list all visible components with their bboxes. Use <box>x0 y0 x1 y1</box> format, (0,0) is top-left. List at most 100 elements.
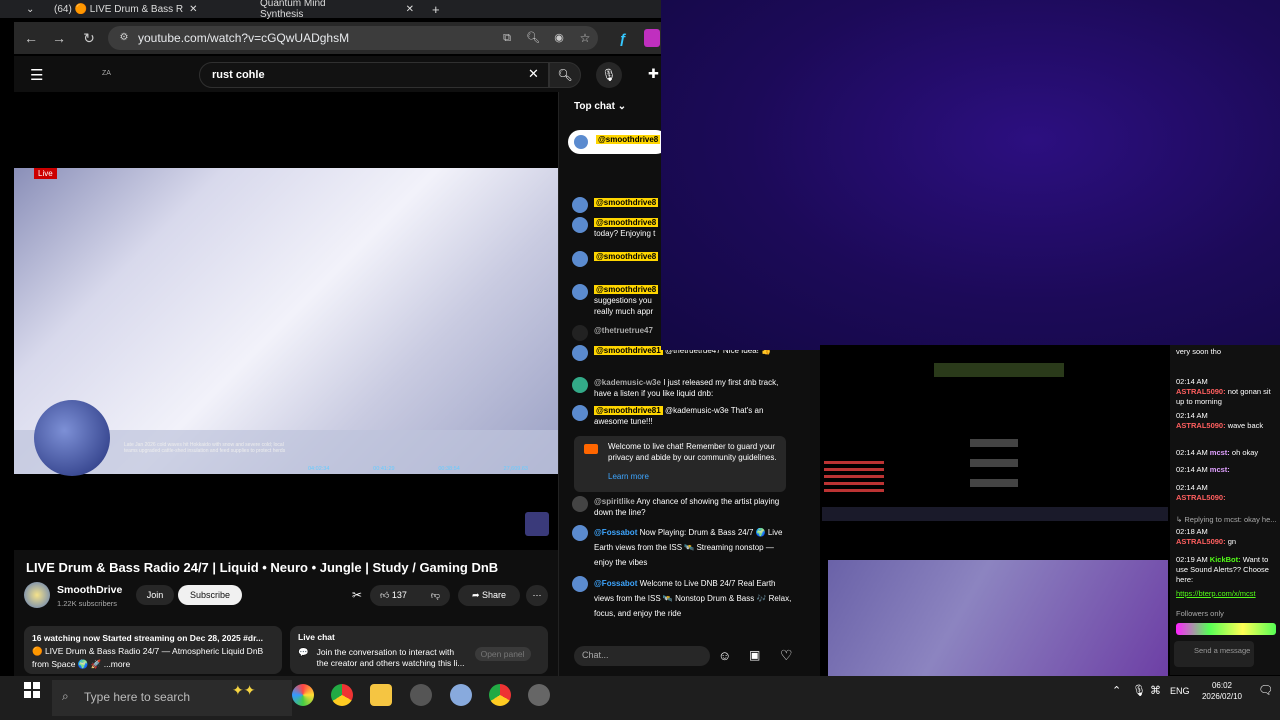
obs-icon[interactable] <box>410 684 432 706</box>
forward-icon[interactable]: → <box>50 29 68 47</box>
stat-1: 04:02:34 <box>308 466 330 472</box>
close-icon[interactable]: ✕ <box>406 4 414 15</box>
chat-username[interactable]: @smoothdrive81 <box>594 406 663 415</box>
top-chat-label: Top chat <box>574 101 615 112</box>
bookmark-star-icon[interactable]: ☆ <box>576 29 594 47</box>
network-icon[interactable]: ⌘ <box>1150 684 1161 697</box>
top-chat-dropdown[interactable]: Top chat ⌄ <box>574 101 626 112</box>
heart-icon[interactable]: ♡ <box>780 647 793 664</box>
chrome-icon[interactable] <box>331 684 353 706</box>
welcome-text: Welcome to live chat! Remember to guard … <box>608 442 777 462</box>
chat-message: @Fossabot Now Playing: Drum & Bass 24/7 … <box>572 525 792 570</box>
channel-name[interactable]: SmoothDrive <box>57 584 122 596</box>
file-explorer-icon[interactable] <box>370 684 392 706</box>
chat-username[interactable]: @kademusic-w3e <box>594 378 661 387</box>
super-chat-icon[interactable]: ▣ <box>749 648 760 662</box>
copilot-icon[interactable] <box>292 684 314 706</box>
avatar[interactable] <box>24 582 50 608</box>
tab-dropdown-icon[interactable]: ⌄ <box>26 0 34 18</box>
video-overlay-text: Late Jan 2026 cold waves hit Hokkaido wi… <box>124 442 286 454</box>
chat-username[interactable]: @smoothdrive8 <box>594 285 659 294</box>
new-tab-button[interactable]: + <box>432 0 440 18</box>
zoom-icon[interactable]: 🔍︎ <box>524 29 542 47</box>
site-info-icon[interactable]: ⚙ <box>115 29 133 47</box>
youtube-logo-icon <box>584 444 598 454</box>
menu-icon[interactable]: ☰ <box>30 66 43 84</box>
subscribe-button[interactable]: Subscribe <box>178 585 242 605</box>
stat-4: 27,609.63 <box>503 466 528 472</box>
more-actions-icon[interactable]: ⋯ <box>526 585 548 606</box>
chat-username[interactable]: @smoothdrive8 <box>594 198 659 207</box>
language-indicator[interactable]: ENG <box>1170 686 1190 696</box>
chat-username[interactable]: @Fossabot <box>594 528 637 537</box>
back-icon[interactable]: ← <box>22 29 40 47</box>
live-chat-text: Join the conversation to interact with t… <box>316 647 465 668</box>
tab-active[interactable]: (64) 🟠 LIVE Drum & Bass R ✕ <box>54 0 224 18</box>
open-panel-button[interactable]: Open panel <box>474 647 531 661</box>
live-chat-card: Live chat 💬 Join the conversation to int… <box>290 626 548 674</box>
tab-quantum[interactable]: Quantum Mind Synthesis ✕ <box>244 0 414 20</box>
learn-more-link[interactable]: Learn more <box>608 471 778 482</box>
country-code: ZA <box>102 70 111 77</box>
pinned-message[interactable]: @smoothdrive8 <box>568 130 668 154</box>
thumbs-up-icon: 👍︎ <box>380 590 390 600</box>
thumbs-down-icon[interactable]: 👎︎ <box>431 590 440 601</box>
search-input[interactable]: rust cohle <box>199 62 549 88</box>
chat-message: @spiritlike Any chance of showing the ar… <box>572 496 792 518</box>
windows-start-icon[interactable] <box>24 682 40 698</box>
kick-reply: ↳ Replying to mcst: okay he... <box>1176 515 1277 524</box>
room-camera <box>828 560 1168 676</box>
kick-send-input[interactable]: Send a message <box>1174 641 1254 667</box>
clock-time: 06:02 <box>1211 681 1233 690</box>
emoji-icon[interactable]: ☺ <box>718 648 731 663</box>
like-button[interactable]: 👍︎ 137 <box>380 590 407 601</box>
avatar <box>572 345 588 361</box>
chat-message: @smoothdrive81 @kademusic-w3e That's an … <box>572 405 792 427</box>
profile-extension-icon[interactable] <box>644 29 660 47</box>
close-icon[interactable]: ✕ <box>189 4 197 15</box>
chat-text: today? Enjoying t <box>594 229 656 238</box>
mic-icon[interactable]: 🎙 <box>596 62 622 88</box>
kick-msg: 02:14 AM ASTRAL5090: not gonan sit up to … <box>1176 377 1271 406</box>
tab-quantum-label: Quantum Mind Synthesis <box>260 0 326 20</box>
description-box[interactable]: 16 watching now Started streaming on Dec… <box>24 626 282 674</box>
taskbar-search[interactable]: ⌕ Type here to search <box>52 680 292 716</box>
extension-icon[interactable]: ƒ <box>614 29 632 47</box>
chat-message: @Fossabot Welcome to Live DNB 24/7 Real … <box>572 576 792 621</box>
game-capture <box>820 345 1170 557</box>
chat-username[interactable]: @Fossabot <box>594 579 637 588</box>
eye-off-icon[interactable]: ◉ <box>550 29 568 47</box>
clock[interactable]: 06:02 2026/02/10 <box>1196 680 1248 702</box>
clear-search-icon[interactable]: ✕ <box>528 66 539 82</box>
chat-username[interactable]: @smoothdrive81 <box>594 346 663 355</box>
tray-chevron-icon[interactable]: ⌃ <box>1112 684 1121 697</box>
sparkle-icon[interactable]: ✦✦ <box>232 682 255 699</box>
kick-link[interactable]: https://bterp.com/x/mcst <box>1176 589 1256 599</box>
search-button[interactable]: 🔍︎ <box>549 62 581 88</box>
avatar <box>572 197 588 213</box>
kick-msg: 02:18 AM ASTRAL5090: gn <box>1176 527 1237 546</box>
chat-username[interactable]: @spiritlike <box>594 497 635 506</box>
chat-input[interactable]: Chat... <box>574 646 710 666</box>
chat-username[interactable]: @smoothdrive8 <box>594 218 659 227</box>
create-icon[interactable]: ✚ <box>648 66 659 82</box>
chat-username[interactable]: @smoothdrive8 <box>594 252 659 261</box>
kick-send-placeholder: Send a message <box>1194 646 1251 655</box>
chat-username[interactable]: @thetruetrue47 <box>594 326 653 335</box>
join-button[interactable]: Join <box>136 585 174 605</box>
kick-emote-row[interactable] <box>1176 623 1276 635</box>
install-icon[interactable]: ⧉ <box>498 29 516 47</box>
avatar <box>572 325 588 341</box>
share-button[interactable]: ➦ Share <box>458 585 520 606</box>
mic-tray-icon[interactable]: 🎙 <box>1132 684 1146 697</box>
chrome-profile-icon[interactable] <box>489 684 511 706</box>
chat-text: suggestions you really much appr <box>594 296 654 316</box>
app-icon[interactable] <box>528 684 550 706</box>
clip-icon[interactable]: ✂ <box>352 588 362 602</box>
notification-icon[interactable]: 🗨 <box>1258 683 1273 697</box>
clock-date: 2026/02/10 <box>1201 692 1243 701</box>
snipping-icon[interactable] <box>450 684 472 706</box>
search-value: rust cohle <box>212 69 265 81</box>
channel-watermark[interactable] <box>525 512 549 536</box>
reload-icon[interactable]: ↻ <box>80 29 98 47</box>
